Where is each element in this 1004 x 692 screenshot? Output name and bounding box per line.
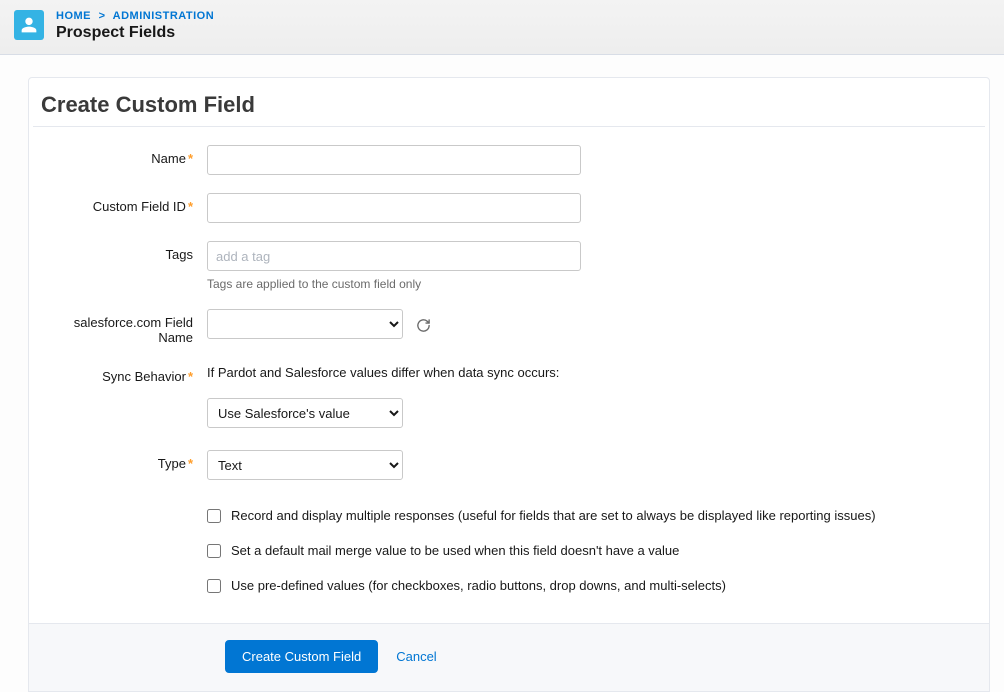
label-sf-field-name: salesforce.com Field Name bbox=[37, 309, 207, 345]
row-sf-field-name: salesforce.com Field Name bbox=[37, 309, 981, 345]
header-text: HOME > ADMINISTRATION Prospect Fields bbox=[56, 10, 214, 42]
row-name: Name* bbox=[37, 145, 981, 175]
row-sync-behavior: Sync Behavior* If Pardot and Salesforce … bbox=[37, 363, 981, 428]
form-footer: Create Custom Field Cancel bbox=[29, 623, 989, 691]
row-custom-field-id: Custom Field ID* bbox=[37, 193, 981, 223]
label-sync-behavior: Sync Behavior* bbox=[37, 363, 207, 384]
predefined-checkbox[interactable] bbox=[207, 579, 221, 593]
create-field-card: Create Custom Field Name* Custom Field I… bbox=[28, 77, 990, 692]
required-star: * bbox=[188, 456, 193, 471]
predefined-label: Use pre-defined values (for checkboxes, … bbox=[231, 578, 726, 593]
required-star: * bbox=[188, 369, 193, 384]
label-type: Type* bbox=[37, 450, 207, 471]
name-input[interactable] bbox=[207, 145, 581, 175]
option-record-multi: Record and display multiple responses (u… bbox=[207, 508, 981, 523]
option-predefined: Use pre-defined values (for checkboxes, … bbox=[207, 578, 981, 593]
page-header: HOME > ADMINISTRATION Prospect Fields bbox=[0, 0, 1004, 55]
record-multi-checkbox[interactable] bbox=[207, 509, 221, 523]
tags-hint: Tags are applied to the custom field onl… bbox=[207, 277, 981, 291]
row-tags: Tags Tags are applied to the custom fiel… bbox=[37, 241, 981, 291]
person-icon bbox=[20, 16, 38, 34]
custom-field-id-input[interactable] bbox=[207, 193, 581, 223]
breadcrumb: HOME > ADMINISTRATION bbox=[56, 10, 214, 22]
card-title: Create Custom Field bbox=[33, 78, 985, 127]
row-options: Record and display multiple responses (u… bbox=[37, 498, 981, 613]
default-merge-label: Set a default mail merge value to be use… bbox=[231, 543, 679, 558]
type-select[interactable]: Text bbox=[207, 450, 403, 480]
refresh-icon[interactable] bbox=[413, 314, 435, 336]
option-default-merge: Set a default mail merge value to be use… bbox=[207, 543, 981, 558]
create-button[interactable]: Create Custom Field bbox=[225, 640, 378, 673]
default-merge-checkbox[interactable] bbox=[207, 544, 221, 558]
sync-behavior-desc: If Pardot and Salesforce values differ w… bbox=[207, 363, 981, 380]
breadcrumb-home[interactable]: HOME bbox=[56, 10, 91, 22]
row-type: Type* Text bbox=[37, 450, 981, 480]
sf-field-name-select[interactable] bbox=[207, 309, 403, 339]
cancel-link[interactable]: Cancel bbox=[396, 649, 436, 664]
required-star: * bbox=[188, 151, 193, 166]
record-multi-label: Record and display multiple responses (u… bbox=[231, 508, 876, 523]
tags-input[interactable] bbox=[207, 241, 581, 271]
required-star: * bbox=[188, 199, 193, 214]
breadcrumb-separator: > bbox=[99, 10, 106, 22]
label-name: Name* bbox=[37, 145, 207, 166]
sync-behavior-select[interactable]: Use Salesforce's value bbox=[207, 398, 403, 428]
breadcrumb-administration[interactable]: ADMINISTRATION bbox=[113, 10, 215, 22]
label-tags: Tags bbox=[37, 241, 207, 262]
form-body: Name* Custom Field ID* Tags Tags are app… bbox=[29, 127, 989, 623]
avatar bbox=[14, 10, 44, 40]
label-custom-field-id: Custom Field ID* bbox=[37, 193, 207, 214]
page-title: Prospect Fields bbox=[56, 24, 214, 42]
